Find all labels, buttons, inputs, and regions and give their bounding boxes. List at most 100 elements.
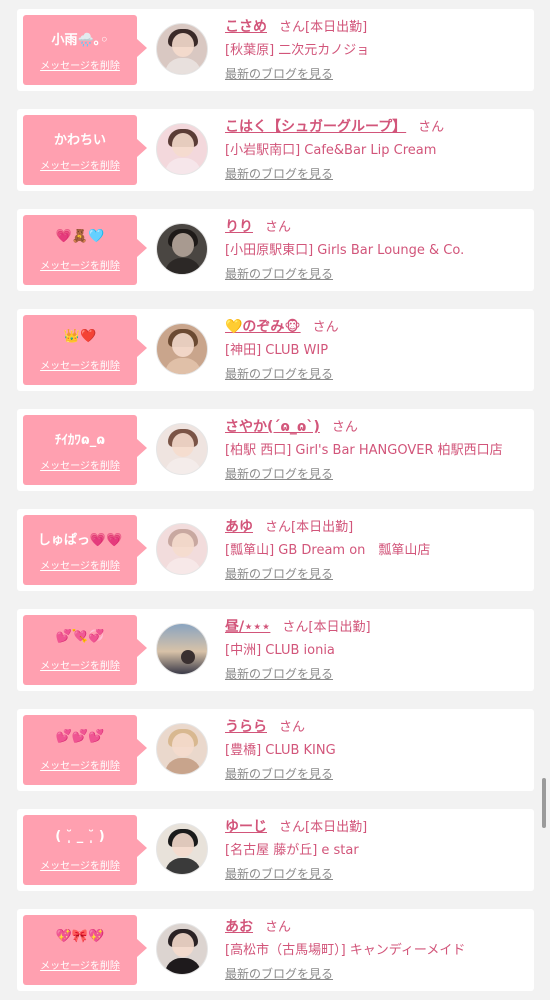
profile-name-link[interactable]: あお [225, 919, 253, 935]
profile-info: こさめ さん[本日出勤] [秋葉原] 二次元カノジョ 最新のブログを見る [225, 16, 528, 82]
message-text: しゅぱっ💗💗 [37, 533, 123, 548]
avatar[interactable] [156, 23, 208, 75]
message-card: 💖🎀💖 メッセージを削除 あお さん [高松市（古馬場町）] キャンディーメイド … [17, 909, 534, 991]
scrollbar[interactable] [542, 778, 546, 828]
latest-blog-link[interactable]: 最新のブログを見る [225, 565, 333, 582]
honorific: さん [312, 320, 339, 335]
message-bubble: 💗🧸🩵 メッセージを削除 [23, 215, 147, 285]
honorific: さん [282, 620, 309, 635]
avatar[interactable] [156, 323, 208, 375]
message-card: 👑❤️ メッセージを削除 💛のぞみ🐵 さん [神田] CLUB WIP 最新のブロ… [17, 309, 534, 391]
on-duty-badge: [本日出勤] [291, 520, 354, 535]
profile-info: あゆ さん[本日出勤] [瓢箪山] GB Dream on 瓢箪山店 最新のブログ… [225, 516, 528, 582]
message-bubble: 👑❤️ メッセージを削除 [23, 315, 147, 385]
avatar[interactable] [156, 123, 208, 175]
latest-blog-link[interactable]: 最新のブログを見る [225, 465, 333, 482]
honorific: さん [265, 920, 292, 935]
profile-info: ゆーじ さん[本日出勤] [名古屋 藤が丘] e star 最新のブログを見る [225, 816, 528, 882]
message-card: ﾁｲｶﾜɷ_ɷ メッセージを削除 さやか(ˊɷ_ɷˋ) さん [柏駅 西口] Gi… [17, 409, 534, 491]
profile-name-link[interactable]: こはく【シュガーグループ】 [225, 119, 406, 135]
delete-message-link[interactable]: メッセージを削除 [23, 657, 137, 672]
honorific: さん [331, 420, 358, 435]
delete-message-link[interactable]: メッセージを削除 [23, 857, 137, 872]
latest-blog-link[interactable]: 最新のブログを見る [225, 365, 333, 382]
message-bubble: ﾁｲｶﾜɷ_ɷ メッセージを削除 [23, 415, 147, 485]
profile-info: あお さん [高松市（古馬場町）] キャンディーメイド 最新のブログを見る [225, 916, 528, 982]
avatar[interactable] [156, 923, 208, 975]
message-card: 💕💕💕 メッセージを削除 うらら さん [豊橋] CLUB KING 最新のブログ… [17, 709, 534, 791]
profile-info: 💛のぞみ🐵 さん [神田] CLUB WIP 最新のブログを見る [225, 316, 528, 382]
shop-info: [豊橋] CLUB KING [225, 743, 336, 758]
profile-name-link[interactable]: こさめ [225, 19, 267, 35]
profile-name-link[interactable]: ゆーじ [225, 819, 267, 835]
latest-blog-link[interactable]: 最新のブログを見る [225, 265, 333, 282]
delete-message-link[interactable]: メッセージを削除 [23, 157, 137, 172]
avatar[interactable] [156, 223, 208, 275]
profile-info: りり さん [小田原駅東口] Girls Bar Lounge & Co. 最新の… [225, 216, 528, 282]
profile-info: 昼/⋆⋆⋆ さん[本日出勤] [中洲] CLUB ionia 最新のブログを見る [225, 616, 528, 682]
honorific: さん [265, 520, 292, 535]
message-card: 💗🧸🩵 メッセージを削除 りり さん [小田原駅東口] Girls Bar Lou… [17, 209, 534, 291]
shop-info: [秋葉原] 二次元カノジョ [225, 43, 370, 58]
shop-info: [小岩駅南口] Cafe&Bar Lip Cream [225, 143, 437, 158]
message-text: ( ˘̩̩ _ ˘̩̩ ) [55, 829, 105, 844]
delete-message-link[interactable]: メッセージを削除 [23, 357, 137, 372]
profile-name-link[interactable]: さやか(ˊɷ_ɷˋ) [225, 419, 320, 435]
on-duty-badge: [本日出勤] [305, 20, 368, 35]
on-duty-badge: [本日出勤] [308, 620, 371, 635]
shop-info: [高松市（古馬場町）] キャンディーメイド [225, 943, 466, 958]
honorific: さん [279, 20, 306, 35]
profile-name-link[interactable]: 💛のぞみ🐵 [225, 319, 301, 335]
profile-name-link[interactable]: りり [225, 219, 253, 235]
delete-message-link[interactable]: メッセージを削除 [23, 257, 137, 272]
profile-info: さやか(ˊɷ_ɷˋ) さん [柏駅 西口] Girl's Bar HANGOVER… [225, 416, 528, 482]
delete-message-link[interactable]: メッセージを削除 [23, 557, 137, 572]
honorific: さん [279, 820, 306, 835]
latest-blog-link[interactable]: 最新のブログを見る [225, 865, 333, 882]
avatar[interactable] [156, 623, 208, 675]
avatar[interactable] [156, 723, 208, 775]
latest-blog-link[interactable]: 最新のブログを見る [225, 965, 333, 982]
honorific: さん [418, 120, 445, 135]
avatar[interactable] [156, 523, 208, 575]
delete-message-link[interactable]: メッセージを削除 [23, 457, 137, 472]
message-text: 👑❤️ [63, 329, 97, 344]
latest-blog-link[interactable]: 最新のブログを見る [225, 165, 333, 182]
shop-info: [柏駅 西口] Girl's Bar HANGOVER 柏駅西口店 [225, 443, 503, 458]
message-bubble: 小雨🌧️｡◦ メッセージを削除 [23, 15, 147, 85]
message-text: ﾁｲｶﾜɷ_ɷ [54, 433, 106, 448]
avatar[interactable] [156, 823, 208, 875]
profile-name-link[interactable]: あゆ [225, 519, 253, 535]
message-card: 💕💘💞 メッセージを削除 昼/⋆⋆⋆ さん[本日出勤] [中洲] CLUB ion… [17, 609, 534, 691]
honorific: さん [265, 220, 292, 235]
delete-message-link[interactable]: メッセージを削除 [23, 757, 137, 772]
profile-name-link[interactable]: 昼/⋆⋆⋆ [225, 619, 270, 635]
message-text: 💕💕💕 [55, 729, 105, 744]
profile-info: こはく【シュガーグループ】 さん [小岩駅南口] Cafe&Bar Lip Cre… [225, 116, 528, 182]
latest-blog-link[interactable]: 最新のブログを見る [225, 665, 333, 682]
message-text: 💕💘💞 [55, 629, 105, 644]
message-card: かわちい メッセージを削除 こはく【シュガーグループ】 さん [小岩駅南口] Ca… [17, 109, 534, 191]
message-text: かわちい [53, 133, 106, 148]
message-bubble: かわちい メッセージを削除 [23, 115, 147, 185]
latest-blog-link[interactable]: 最新のブログを見る [225, 765, 333, 782]
on-duty-badge: [本日出勤] [305, 820, 368, 835]
shop-info: [瓢箪山] GB Dream on 瓢箪山店 [225, 543, 431, 558]
shop-info: [名古屋 藤が丘] e star [225, 843, 359, 858]
profile-info: うらら さん [豊橋] CLUB KING 最新のブログを見る [225, 716, 528, 782]
message-text: 💗🧸🩵 [55, 229, 105, 244]
latest-blog-link[interactable]: 最新のブログを見る [225, 65, 333, 82]
message-card: しゅぱっ💗💗 メッセージを削除 あゆ さん[本日出勤] [瓢箪山] GB Drea… [17, 509, 534, 591]
delete-message-link[interactable]: メッセージを削除 [23, 57, 137, 72]
message-bubble: 💖🎀💖 メッセージを削除 [23, 915, 147, 985]
honorific: さん [279, 720, 306, 735]
shop-info: [神田] CLUB WIP [225, 343, 329, 358]
avatar[interactable] [156, 423, 208, 475]
message-card: 小雨🌧️｡◦ メッセージを削除 こさめ さん[本日出勤] [秋葉原] 二次元カノジ… [17, 9, 534, 91]
profile-name-link[interactable]: うらら [225, 719, 267, 735]
message-bubble: 💕💕💕 メッセージを削除 [23, 715, 147, 785]
message-card: ( ˘̩̩ _ ˘̩̩ ) メッセージを削除 ゆーじ さん[本日出勤] [名古屋 … [17, 809, 534, 891]
delete-message-link[interactable]: メッセージを削除 [23, 957, 137, 972]
shop-info: [中洲] CLUB ionia [225, 643, 335, 658]
message-bubble: ( ˘̩̩ _ ˘̩̩ ) メッセージを削除 [23, 815, 147, 885]
